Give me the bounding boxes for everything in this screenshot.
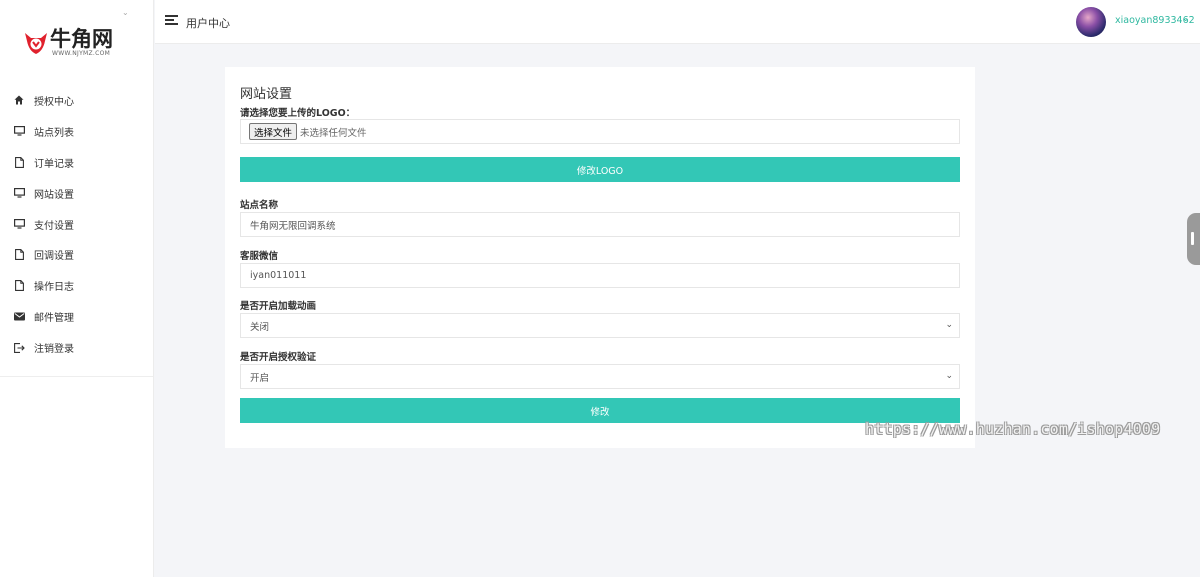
sidebar-item-label: 订单记录 xyxy=(34,158,74,170)
wechat-label: 客服微信 xyxy=(240,251,279,262)
brand-logo[interactable]: 牛角网 WWW.NJYMZ.COM ⌄ xyxy=(0,0,153,73)
sidebar-item-logout[interactable]: 注销登录 xyxy=(0,332,153,363)
chevron-down-icon[interactable]: ⌄ xyxy=(1182,14,1190,24)
top-header: 用户中心 xiaoyan8933462 ⌄ xyxy=(155,0,1200,44)
auth-verify-value: 开启 xyxy=(250,372,270,384)
auth-verify-select[interactable]: 开启 ⌄ xyxy=(240,364,960,389)
loading-animation-select[interactable]: 关闭 ⌄ xyxy=(240,313,960,338)
loading-animation-label: 是否开启加载动画 xyxy=(240,301,317,312)
auth-verify-label: 是否开启授权验证 xyxy=(240,352,317,363)
loading-animation-value: 关闭 xyxy=(250,321,270,333)
sidebar-item-operation-log[interactable]: 操作日志 xyxy=(0,270,153,301)
sidebar-item-order-records[interactable]: 订单记录 xyxy=(0,147,153,178)
home-icon xyxy=(13,94,25,106)
sidebar-divider xyxy=(0,376,153,377)
file-status-text: 未选择任何文件 xyxy=(300,127,367,139)
watermark-text: https://www.huzhan.com/ishop4009 xyxy=(865,420,1161,438)
menu-toggle-icon[interactable] xyxy=(165,15,178,25)
sidebar-item-label: 网站设置 xyxy=(34,189,74,201)
sidebar: 牛角网 WWW.NJYMZ.COM ⌄ 授权中心 站点列表 订单记录 网站设置 … xyxy=(0,0,154,577)
sidebar-item-label: 支付设置 xyxy=(34,220,74,232)
file-icon xyxy=(13,280,25,292)
sidebar-item-callback-settings[interactable]: 回调设置 xyxy=(0,239,153,270)
chevron-down-icon: ⌄ xyxy=(945,371,953,381)
monitor-icon xyxy=(13,187,25,199)
avatar[interactable] xyxy=(1076,7,1106,37)
monitor-icon xyxy=(13,125,25,137)
settings-card: 网站设置 请选择您要上传的LOGO： 选择文件 未选择任何文件 修改LOGO 站… xyxy=(225,67,975,448)
brand-name: 牛角网 xyxy=(50,27,113,51)
choose-file-button[interactable]: 选择文件 xyxy=(249,123,298,140)
update-logo-button[interactable]: 修改LOGO xyxy=(240,157,960,182)
logout-icon xyxy=(13,342,25,354)
submit-button[interactable]: 修改 xyxy=(240,398,960,423)
sidebar-item-site-list[interactable]: 站点列表 xyxy=(0,116,153,147)
mail-icon xyxy=(13,311,25,323)
chevron-down-icon[interactable]: ⌄ xyxy=(122,8,129,17)
sidebar-item-label: 站点列表 xyxy=(34,127,74,139)
brand-subtitle: WWW.NJYMZ.COM xyxy=(52,50,111,57)
sidebar-item-site-settings[interactable]: 网站设置 xyxy=(0,178,153,209)
side-drawer-handle[interactable] xyxy=(1187,213,1200,265)
card-title: 网站设置 xyxy=(240,87,293,102)
wechat-input[interactable]: iyan011011 xyxy=(240,263,960,288)
site-name-input[interactable]: 牛角网无限回调系统 xyxy=(240,212,960,237)
page-title: 用户中心 xyxy=(186,17,230,30)
bull-logo-icon xyxy=(25,33,47,54)
sidebar-item-mail-management[interactable]: 邮件管理 xyxy=(0,301,153,332)
sidebar-item-label: 回调设置 xyxy=(34,251,74,263)
chevron-down-icon: ⌄ xyxy=(945,320,953,330)
sidebar-menu: 授权中心 站点列表 订单记录 网站设置 支付设置 回调设置 操作日志 邮件管理 … xyxy=(0,85,153,363)
sidebar-item-label: 授权中心 xyxy=(34,96,74,108)
site-name-label: 站点名称 xyxy=(240,200,279,211)
sidebar-item-label: 邮件管理 xyxy=(34,313,74,325)
sidebar-item-auth-center[interactable]: 授权中心 xyxy=(0,85,153,116)
sidebar-item-payment-settings[interactable]: 支付设置 xyxy=(0,209,153,240)
logo-upload-label: 请选择您要上传的LOGO： xyxy=(240,108,356,119)
monitor-icon xyxy=(13,218,25,230)
sidebar-item-label: 注销登录 xyxy=(34,344,74,356)
logo-file-input[interactable]: 选择文件 未选择任何文件 xyxy=(240,119,960,144)
file-icon xyxy=(13,156,25,168)
file-icon xyxy=(13,249,25,261)
sidebar-item-label: 操作日志 xyxy=(34,282,74,294)
